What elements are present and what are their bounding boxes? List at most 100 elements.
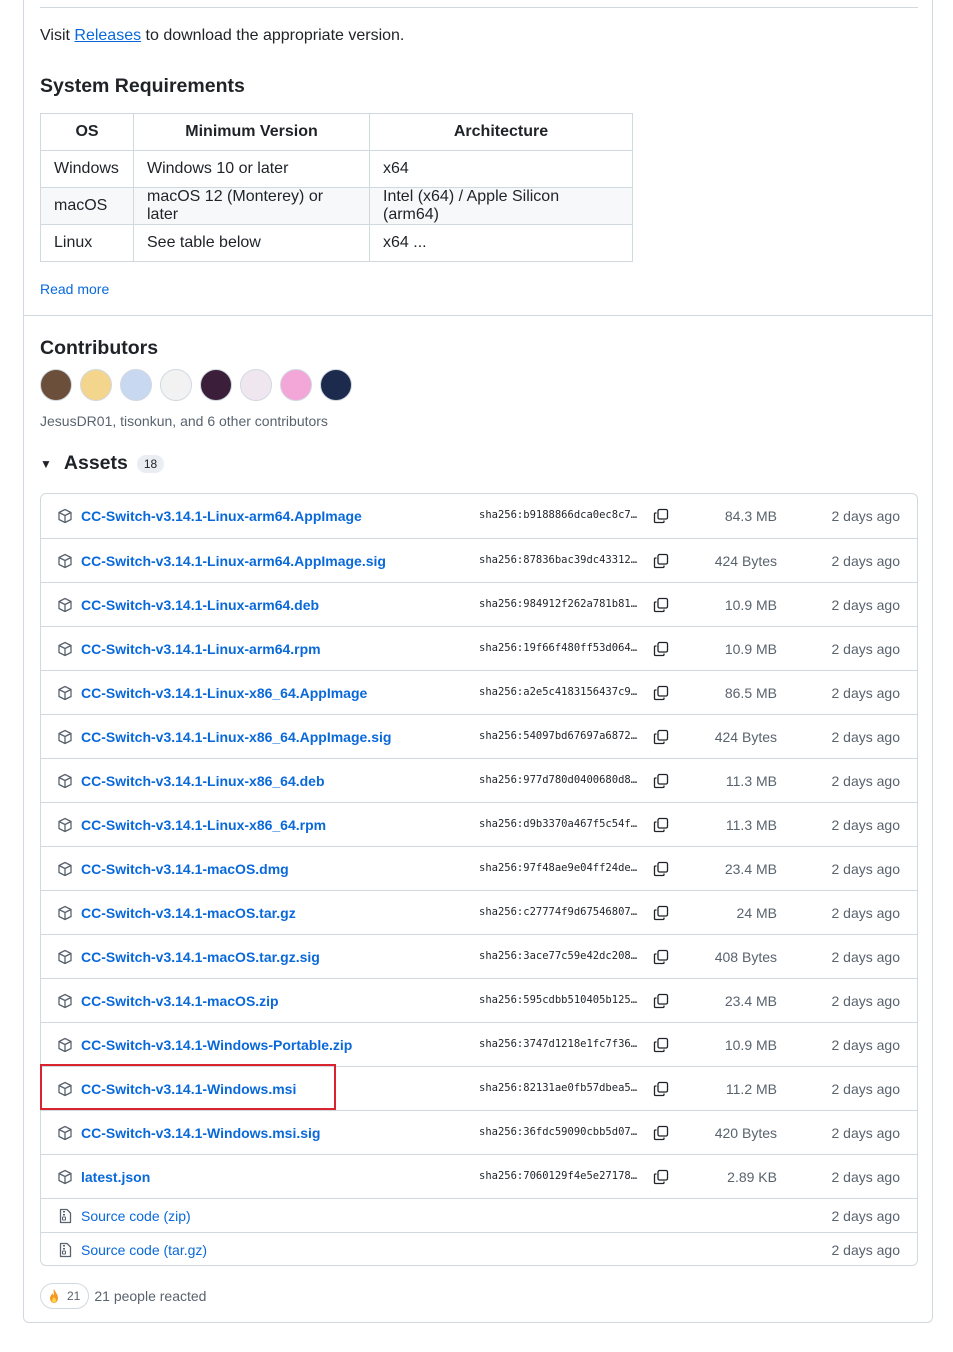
avatar[interactable] (80, 369, 112, 401)
asset-size: 424 Bytes (714, 553, 777, 569)
source-suffix: (tar.gz) (159, 1242, 208, 1258)
copy-icon[interactable] (653, 1037, 669, 1053)
copy-icon[interactable] (653, 1081, 669, 1097)
asset-date: 2 days ago (831, 949, 901, 965)
contributors-title: Contributors (40, 337, 159, 359)
fire-icon (50, 1289, 58, 1303)
asset-date: 2 days ago (831, 993, 901, 1009)
package-icon (57, 773, 73, 789)
asset-size: 11.3 MB (725, 773, 777, 789)
copy-icon[interactable] (653, 817, 669, 833)
asset-row: CC-Switch-v3.14.1-Windows.msi.sig sha256:… (41, 1110, 917, 1154)
asset-size: 23.4 MB (724, 993, 777, 1009)
avatar[interactable] (280, 369, 312, 401)
copy-icon[interactable] (653, 641, 669, 657)
asset-link[interactable]: CC-Switch-v3.14.1-Linux-arm64.AppImage.s… (81, 553, 386, 569)
copy-icon[interactable] (653, 773, 669, 789)
copy-icon[interactable] (653, 553, 669, 569)
asset-size: 408 Bytes (714, 949, 777, 965)
copy-icon[interactable] (653, 1169, 669, 1185)
asset-link[interactable]: CC-Switch-v3.14.1-macOS.tar.gz (81, 905, 296, 921)
table-cell: Windows 10 or later (133, 150, 370, 188)
asset-sha: sha256:19f66f480ff53d064… (479, 642, 638, 654)
source-date: 2 days ago (831, 1208, 901, 1224)
asset-link[interactable]: CC-Switch-v3.14.1-Linux-x86_64.deb (81, 773, 325, 789)
avatar[interactable] (120, 369, 152, 401)
asset-sha: sha256:87836bac39dc43312… (479, 554, 638, 566)
source-link[interactable]: Source code (tar.gz) (81, 1242, 207, 1258)
asset-size: 10.9 MB (724, 641, 777, 657)
copy-icon[interactable] (653, 597, 669, 613)
asset-link[interactable]: CC-Switch-v3.14.1-Linux-x86_64.AppImage.… (81, 729, 391, 745)
copy-icon[interactable] (653, 729, 669, 745)
asset-sha: sha256:984912f262a781b81… (479, 598, 638, 610)
asset-link[interactable]: CC-Switch-v3.14.1-Windows.msi.sig (81, 1125, 320, 1141)
reaction-button[interactable]: 21 (40, 1283, 90, 1309)
avatar[interactable] (240, 369, 272, 401)
copy-icon[interactable] (653, 993, 669, 1009)
package-icon (57, 905, 73, 921)
asset-date: 2 days ago (831, 1037, 901, 1053)
releases-link[interactable]: Releases (74, 27, 141, 44)
asset-row: CC-Switch-v3.14.1-macOS.dmg sha256:97f48a… (41, 846, 917, 890)
reactions: 21 21 people reacted (40, 1283, 206, 1309)
avatar[interactable] (40, 369, 72, 401)
asset-size: 24 MB (736, 905, 777, 921)
package-icon (57, 993, 73, 1009)
read-more-link[interactable]: Read more (40, 281, 109, 297)
asset-sha: sha256:b9188866dca0ec8c7… (479, 509, 638, 521)
copy-icon[interactable] (653, 949, 669, 965)
intro-text: Visit Releases to download the appropria… (40, 27, 404, 45)
asset-link[interactable]: CC-Switch-v3.14.1-Linux-arm64.deb (81, 597, 319, 613)
copy-icon[interactable] (653, 685, 669, 701)
asset-sha: sha256:c27774f9d67546807… (479, 906, 638, 918)
asset-link[interactable]: CC-Switch-v3.14.1-macOS.tar.gz.sig (81, 949, 320, 965)
header-os: OS (40, 113, 134, 151)
package-icon (57, 685, 73, 701)
asset-link[interactable]: CC-Switch-v3.14.1-Linux-arm64.AppImage (81, 508, 362, 524)
asset-date: 2 days ago (831, 597, 901, 613)
source-label: Source code (81, 1208, 160, 1224)
assets-header[interactable]: ▼ Assets 18 (40, 452, 165, 475)
source-link[interactable]: Source code (zip) (81, 1208, 191, 1224)
asset-link[interactable]: CC-Switch-v3.14.1-Linux-x86_64.AppImage (81, 685, 367, 701)
asset-date: 2 days ago (831, 861, 901, 877)
asset-row: CC-Switch-v3.14.1-Linux-arm64.AppImage sh… (41, 494, 917, 538)
asset-link[interactable]: CC-Switch-v3.14.1-macOS.zip (81, 993, 279, 1009)
asset-link[interactable]: CC-Switch-v3.14.1-Linux-arm64.rpm (81, 641, 321, 657)
asset-link[interactable]: latest.json (81, 1169, 150, 1185)
table-cell: macOS 12 (Monterey) or later (133, 187, 370, 225)
asset-row: CC-Switch-v3.14.1-Linux-x86_64.AppImage.… (41, 714, 917, 758)
copy-icon[interactable] (653, 861, 669, 877)
copy-icon[interactable] (653, 508, 669, 524)
avatar[interactable] (160, 369, 192, 401)
asset-link[interactable]: CC-Switch-v3.14.1-Windows-Portable.zip (81, 1037, 352, 1053)
avatar[interactable] (200, 369, 232, 401)
asset-sha: sha256:3ace77c59e42dc208… (479, 950, 638, 962)
assets-count-badge: 18 (136, 454, 165, 473)
asset-link[interactable]: CC-Switch-v3.14.1-macOS.dmg (81, 861, 289, 877)
package-icon (57, 949, 73, 965)
assets-list: CC-Switch-v3.14.1-Linux-arm64.AppImage sh… (40, 493, 918, 1266)
asset-row: latest.json sha256:7060129f4e5e27178… 2.89… (41, 1154, 917, 1198)
asset-sha: sha256:82131ae0fb57dbea5… (479, 1082, 638, 1094)
asset-row: CC-Switch-v3.14.1-macOS.tar.gz.sig sha256… (41, 934, 917, 978)
header-architecture: Architecture (369, 113, 633, 151)
asset-row: CC-Switch-v3.14.1-macOS.zip sha256:595cdb… (41, 978, 917, 1022)
copy-icon[interactable] (653, 1125, 669, 1141)
asset-size: 23.4 MB (724, 861, 777, 877)
triangle-down-icon: ▼ (40, 456, 52, 471)
asset-size: 424 Bytes (714, 729, 777, 745)
package-icon (57, 508, 73, 524)
asset-row: CC-Switch-v3.14.1-Linux-x86_64.AppImage s… (41, 670, 917, 714)
table-cell: Intel (x64) / Apple Silicon (arm64) (369, 187, 633, 225)
asset-link[interactable]: CC-Switch-v3.14.1-Linux-x86_64.rpm (81, 817, 326, 833)
asset-size: 420 Bytes (714, 1125, 777, 1141)
asset-date: 2 days ago (831, 1081, 901, 1097)
contributor-avatars (40, 369, 352, 401)
asset-size: 11.3 MB (725, 817, 777, 833)
avatar[interactable] (320, 369, 352, 401)
table-cell: Windows (40, 150, 134, 188)
copy-icon[interactable] (653, 905, 669, 921)
table-row: macOS macOS 12 (Monterey) or later Intel… (40, 187, 633, 225)
